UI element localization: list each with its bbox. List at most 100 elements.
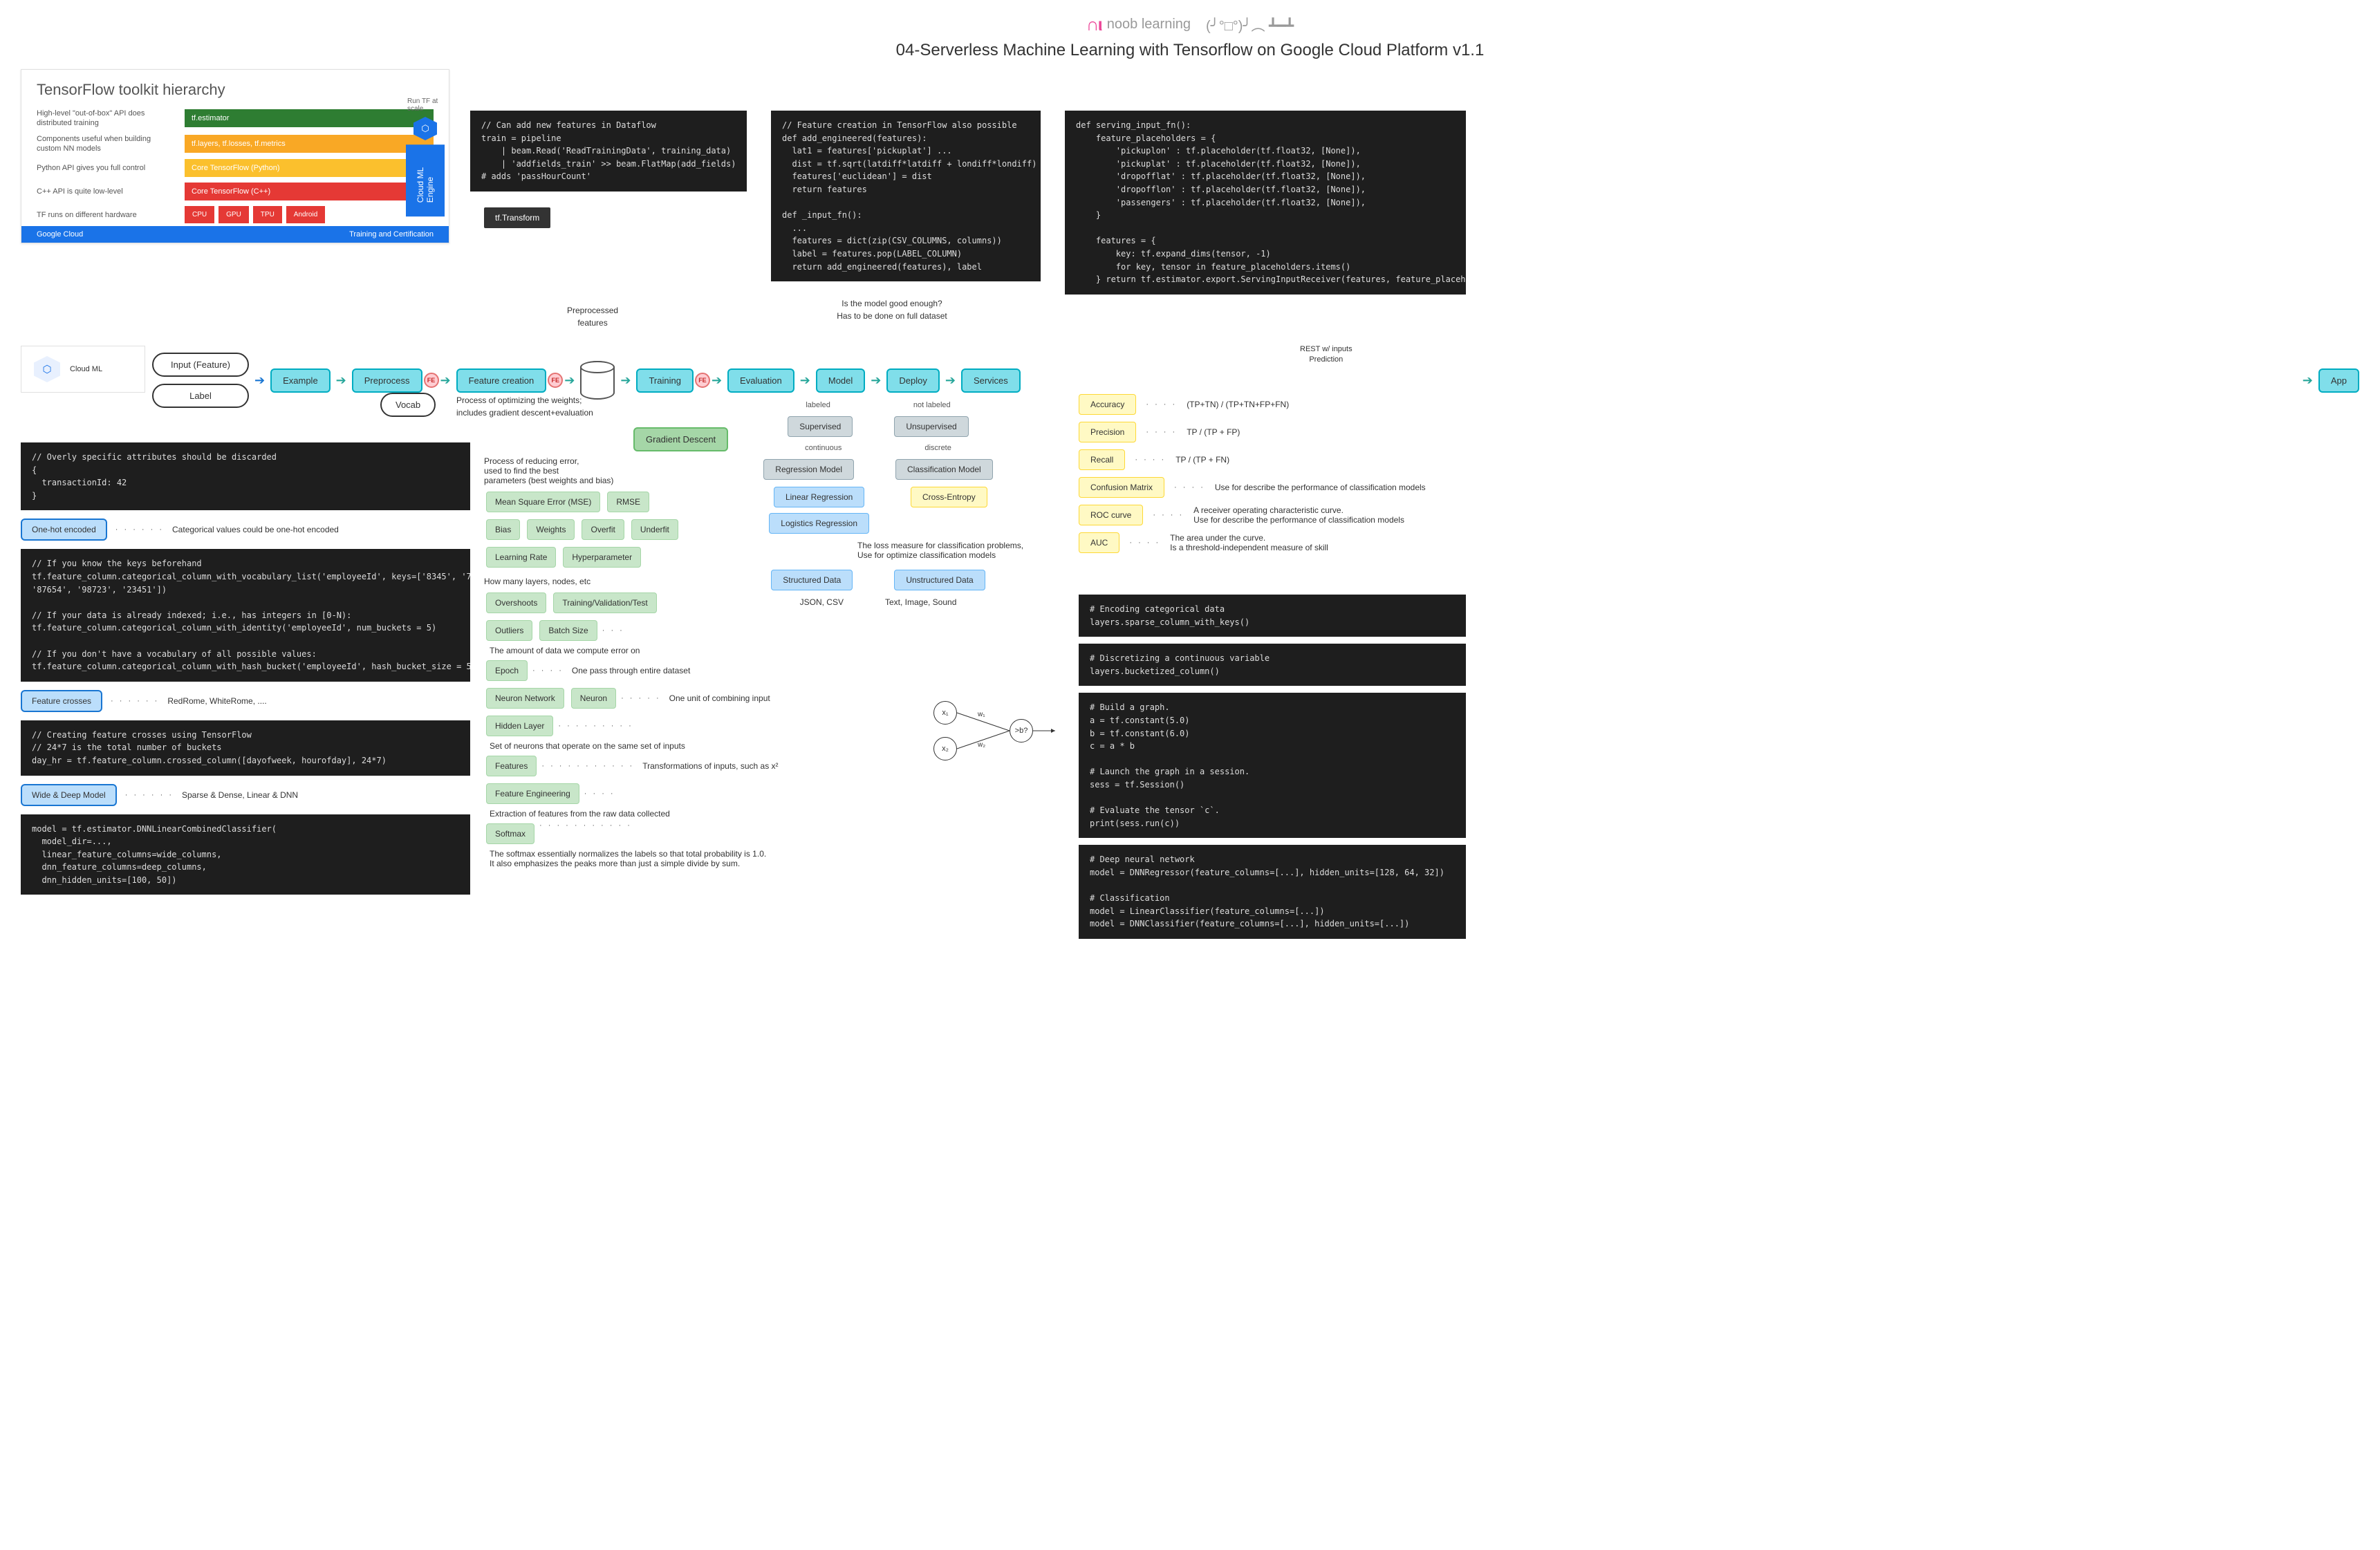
tk-run-label: Run TF at scale xyxy=(407,97,443,113)
tk-chip-gpu: GPU xyxy=(219,206,249,223)
concept-weights: Weights xyxy=(527,519,575,540)
arrow-icon: ➔ xyxy=(254,373,265,388)
code-categorical-columns: // If you know the keys beforehand tf.fe… xyxy=(21,549,470,681)
note-batch-size: The amount of data we compute error on xyxy=(490,646,640,655)
tk-desc-0: High-level "out-of-box" API does distrib… xyxy=(37,109,175,129)
dots-icon: · · · · · · xyxy=(111,697,159,705)
datastore-icon xyxy=(580,361,615,400)
note-one-hot: Categorical values could be one-hot enco… xyxy=(172,525,339,534)
code-overly-specific: // Overly specific attributes should be … xyxy=(21,442,470,510)
page-header: ∩ι noob learning (╯°□°)╯︵ ┻━┻ 04-Serverl… xyxy=(21,14,2359,60)
pill-feature-crosses: Feature crosses xyxy=(21,690,102,712)
tk-desc-hw: TF runs on different hardware xyxy=(37,210,175,220)
tag-unsupervised: Unsupervised xyxy=(894,416,968,437)
flow-app: App xyxy=(2318,368,2359,393)
note-epoch: One pass through entire dataset xyxy=(572,666,690,675)
flow-input-feature: Input (Feature) xyxy=(152,353,249,377)
pill-one-hot: One-hot encoded xyxy=(21,519,107,541)
metric-confusion-matrix: Confusion Matrix xyxy=(1079,477,1164,498)
cloud-ml-badge: ⬡ Cloud ML xyxy=(21,346,145,393)
tk-chip-cpu: CPU xyxy=(185,206,214,223)
note-features: Transformations of inputs, such as x² xyxy=(642,761,778,771)
arrow-icon: ➔ xyxy=(2303,373,2313,388)
tk-chip-tpu: TPU xyxy=(253,206,282,223)
arrow-icon: ➔ xyxy=(564,373,575,388)
concept-train-val-test: Training/Validation/Test xyxy=(553,592,656,613)
neuron-diagram: x₁ x₂ >b? w₁ w₂ xyxy=(933,698,1058,767)
cloud-ml-icon: ⬡ xyxy=(34,356,60,382)
metric-roc: ROC curve xyxy=(1079,505,1143,525)
note-feature-crosses: RedRome, WhiteRome, .... xyxy=(167,696,266,706)
metric-precision: Precision xyxy=(1079,422,1136,442)
tk-chip-android: Android xyxy=(286,206,325,223)
dots-icon: · · · · xyxy=(584,790,615,798)
note-wide-deep: Sparse & Dense, Linear & DNN xyxy=(182,790,298,800)
fe-badge-icon: FE xyxy=(424,373,439,388)
arrow-icon: ➔ xyxy=(945,373,956,388)
note-auc: The area under the curve. Is a threshold… xyxy=(1170,533,1328,552)
note-feature-engineering: Extraction of features from the raw data… xyxy=(490,809,670,819)
flow-vocab: Vocab xyxy=(380,393,436,417)
dots-icon: · · · · xyxy=(532,666,564,675)
note-cross-entropy: The loss measure for classification prob… xyxy=(857,541,1051,560)
concept-outliers: Outliers xyxy=(486,620,532,641)
page-title: 04-Serverless Machine Learning with Tens… xyxy=(21,41,2359,60)
tag-supervised: Supervised xyxy=(788,416,853,437)
note-neuron: One unit of combining input xyxy=(669,693,770,703)
tk-bar-layers: tf.layers, tf.losses, tf.metrics xyxy=(185,135,434,153)
metrics-column: Accuracy · · · · (TP+TN) / (TP+TN+FP+FN) P… xyxy=(1079,394,1466,553)
flow-feature-creation: Feature creation xyxy=(456,368,547,393)
logo-text: noob learning xyxy=(1107,17,1191,32)
concept-overfit: Overfit xyxy=(582,519,624,540)
dots-icon: · · · · xyxy=(1129,539,1160,547)
tk-bar-estimator: tf.estimator xyxy=(185,109,434,127)
concept-bias: Bias xyxy=(486,519,520,540)
arrow-icon: ➔ xyxy=(712,373,722,388)
fe-badge-icon: FE xyxy=(695,373,710,388)
dots-icon: · · · · xyxy=(1146,428,1177,436)
dots-icon: · · · · xyxy=(1135,456,1166,464)
toolkit-hierarchy-card: TensorFlow toolkit hierarchy High-level … xyxy=(21,69,449,243)
cloud-ml-label: Cloud ML xyxy=(70,365,102,373)
left-column: // Overly specific attributes should be … xyxy=(21,442,470,895)
annot-model-good-enough: Is the model good enough? Has to be done… xyxy=(795,297,989,322)
toolkit-title: TensorFlow toolkit hierarchy xyxy=(21,70,449,106)
dots-icon: · · · · · · · · · · · xyxy=(541,762,634,770)
metric-accuracy: Accuracy xyxy=(1079,394,1136,415)
arrow-icon: ➔ xyxy=(336,373,346,388)
concept-softmax: Softmax xyxy=(486,823,534,844)
dots-icon: · · · · · · xyxy=(115,525,164,534)
logo-emoticon: (╯°□°)╯︵ ┻━┻ xyxy=(1206,15,1294,35)
flow-evaluation: Evaluation xyxy=(727,368,794,393)
code-serving-fn: def serving_input_fn(): feature_placehol… xyxy=(1065,111,1466,295)
model-tree: labeled not labeled Supervised Unsupervi… xyxy=(705,401,1051,614)
dots-icon: · · · · · xyxy=(621,694,661,702)
code-feature-tf: // Feature creation in TensorFlow also p… xyxy=(771,111,1041,281)
concept-neuron: Neuron xyxy=(571,688,616,709)
tk-footer-left: Google Cloud xyxy=(37,230,83,239)
fe-badge-icon: FE xyxy=(548,373,563,388)
note-hidden-layer: Set of neurons that operate on the same … xyxy=(490,741,685,751)
neuron-w2: w₂ xyxy=(978,741,985,749)
note-unstructured: Text, Image, Sound xyxy=(885,597,956,607)
note-accuracy: (TP+TN) / (TP+TN+FP+FN) xyxy=(1187,400,1289,409)
concept-feature-engineering: Feature Engineering xyxy=(486,783,579,804)
arrow-icon: ➔ xyxy=(440,373,451,388)
annot-not-labeled: not labeled xyxy=(913,401,951,409)
code-crossed-column: // Creating feature crosses using Tensor… xyxy=(21,720,470,776)
arrow-icon: ➔ xyxy=(620,373,631,388)
concept-overshoots: Overshoots xyxy=(486,592,546,613)
tag-regression-model: Regression Model xyxy=(763,459,854,480)
flow-training: Training xyxy=(636,368,693,393)
concept-mse: Mean Square Error (MSE) xyxy=(486,492,600,512)
arrow-icon: ➔ xyxy=(800,373,810,388)
tag-unstructured-data: Unstructured Data xyxy=(894,570,985,590)
annot-continuous: continuous xyxy=(805,444,842,452)
dots-icon: · · · · · · xyxy=(125,791,174,799)
concept-underfit: Underfit xyxy=(631,519,678,540)
concept-rmse: RMSE xyxy=(607,492,649,512)
concept-hyperparameter: Hyperparameter xyxy=(563,547,641,568)
code-discretizing: # Discretizing a continuous variable lay… xyxy=(1079,644,1466,686)
note-confusion-matrix: Use for describe the performance of clas… xyxy=(1215,483,1426,492)
flow-services: Services xyxy=(961,368,1021,393)
